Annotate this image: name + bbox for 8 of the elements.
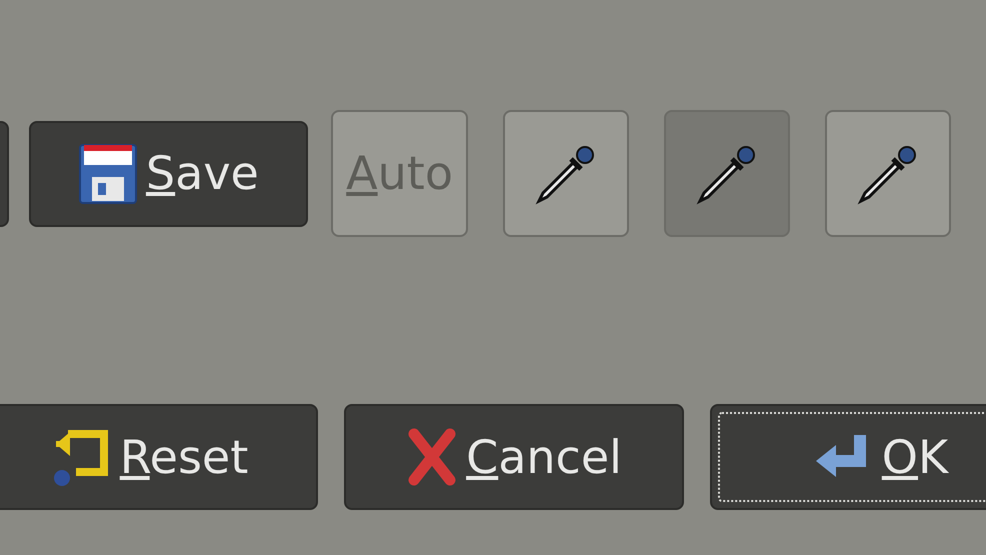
ok-button[interactable]: OK bbox=[710, 404, 986, 510]
color-picker-button[interactable] bbox=[825, 110, 952, 237]
color-picker-button[interactable] bbox=[503, 110, 630, 237]
cancel-x-icon bbox=[406, 428, 458, 486]
cancel-button[interactable]: Cancel bbox=[344, 404, 684, 510]
reset-button[interactable]: Reset bbox=[0, 404, 318, 510]
save-button[interactable]: Save bbox=[28, 120, 308, 226]
color-picker-button[interactable] bbox=[664, 110, 790, 237]
